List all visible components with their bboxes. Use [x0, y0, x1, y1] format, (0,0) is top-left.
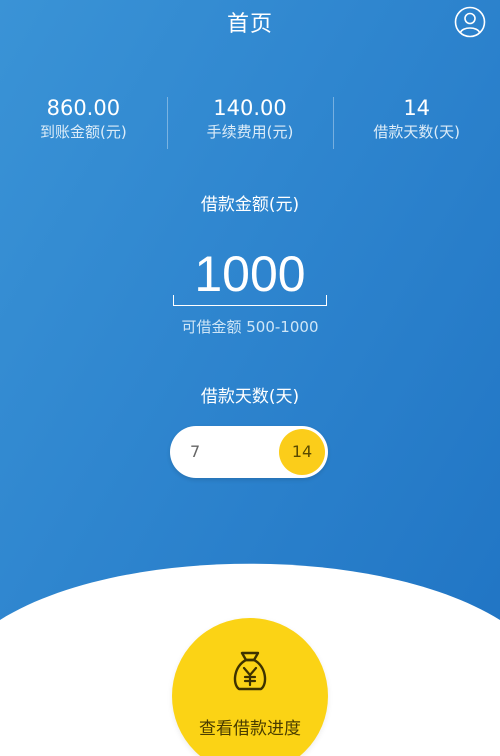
money-bag-yuan-icon — [233, 651, 267, 691]
view-loan-progress-label: 查看借款进度 — [199, 719, 301, 739]
home-screen: 首页 860.00 到账金额(元) 140.00 手续费用(元) 14 借款天数… — [0, 0, 500, 756]
